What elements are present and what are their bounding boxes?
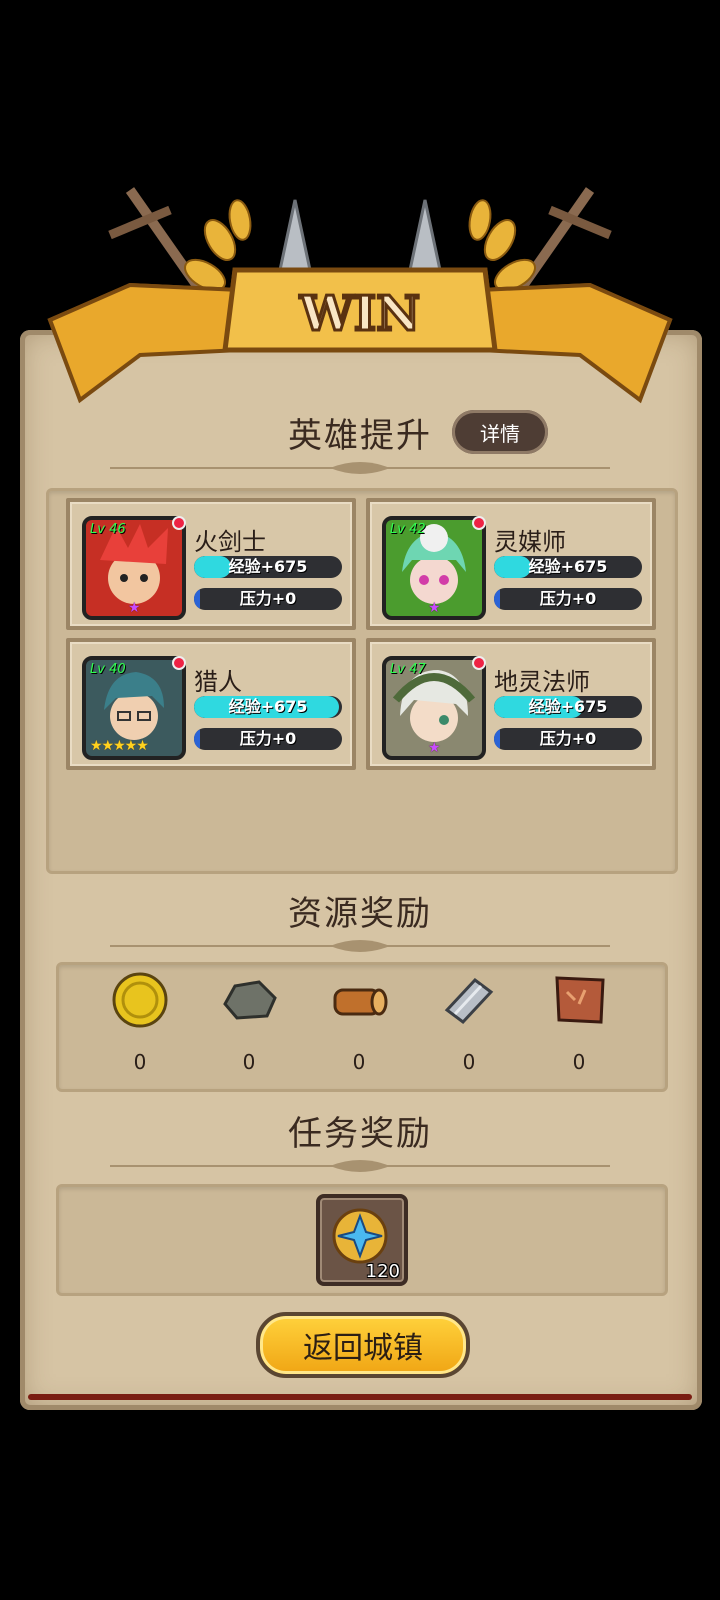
resource-item — [204, 970, 294, 1034]
hero-card[interactable]: Lv 40 ★★★★★ 猎人 经验+675 压力+0 — [66, 638, 356, 770]
resource-item — [534, 970, 624, 1034]
hero-portrait: Lv 40 ★★★★★ — [82, 656, 186, 760]
pressure-text: 压力+0 — [539, 729, 597, 748]
reward-count: 120 — [365, 1261, 400, 1282]
pressure-text: 压力+0 — [239, 589, 297, 608]
win-banner-overlay: WIN — [47, 267, 673, 404]
resource-count: 0 — [133, 1050, 147, 1074]
resource-count: 0 — [352, 1050, 366, 1074]
resource-count: 0 — [242, 1050, 256, 1074]
resource-count: 0 — [572, 1050, 586, 1074]
ornament-divider — [110, 940, 610, 952]
exp-bar: 经验+675 — [194, 696, 342, 718]
resource-item — [314, 970, 404, 1034]
pressure-bar: 压力+0 — [194, 588, 342, 610]
hero-name: 灵媒师 — [494, 528, 566, 556]
pressure-bar: 压力+0 — [494, 588, 642, 610]
leather-icon — [555, 976, 605, 1024]
hero-name: 地灵法师 — [494, 668, 590, 696]
gem-icon — [472, 656, 486, 670]
star-badge: ★ — [128, 600, 141, 616]
exp-text: 经验+675 — [228, 697, 308, 716]
star-badge: ★ — [428, 740, 441, 756]
stone-icon — [223, 980, 277, 1020]
wood-log-icon — [333, 988, 388, 1016]
resource-count: 0 — [462, 1050, 476, 1074]
resource-item — [95, 970, 185, 1034]
star-badge: ★ — [428, 600, 441, 616]
win-title-overlay: WIN — [299, 286, 420, 342]
hero-level: Lv 42 — [390, 522, 426, 537]
hero-name: 火剑士 — [194, 528, 266, 556]
pressure-text: 压力+0 — [539, 589, 597, 608]
exp-bar: 经验+675 — [494, 556, 642, 578]
hero-card[interactable]: Lv 46 ★ 火剑士 经验+675 压力+0 — [66, 498, 356, 630]
panel-bottom-edge — [28, 1394, 692, 1400]
hero-level: Lv 46 — [90, 522, 126, 537]
gem-icon — [172, 516, 186, 530]
hero-level: Lv 47 — [390, 662, 426, 677]
tasks-section-title: 任务奖励 — [288, 1114, 432, 1154]
hero-portrait: Lv 47 ★ — [382, 656, 486, 760]
exp-bar: 经验+675 — [194, 556, 342, 578]
pressure-text: 压力+0 — [239, 729, 297, 748]
hero-card[interactable]: Lv 47 ★ 地灵法师 经验+675 压力+0 — [366, 638, 656, 770]
gem-icon — [472, 516, 486, 530]
hero-card[interactable]: Lv 42 ★ 灵媒师 经验+675 压力+0 — [366, 498, 656, 630]
hero-portrait: Lv 46 ★ — [82, 516, 186, 620]
exp-bar: 经验+675 — [494, 696, 642, 718]
pressure-bar: 压力+0 — [494, 728, 642, 750]
star-rating: ★★★★★ — [90, 738, 149, 754]
iron-ingot-icon — [444, 977, 494, 1025]
hero-level: Lv 40 — [90, 662, 126, 677]
exp-text: 经验+675 — [228, 557, 308, 576]
ornament-divider — [110, 462, 610, 474]
resource-item — [424, 970, 514, 1034]
exp-text: 经验+675 — [528, 697, 608, 716]
task-reward-item[interactable]: 120 — [316, 1194, 408, 1286]
gem-icon — [172, 656, 186, 670]
exp-text: 经验+675 — [528, 557, 608, 576]
return-to-town-button[interactable]: 返回城镇 — [256, 1312, 470, 1378]
gold-coin-icon — [112, 972, 168, 1028]
hero-name: 猎人 — [194, 668, 242, 696]
ornament-divider — [110, 1160, 610, 1172]
pressure-bar: 压力+0 — [194, 728, 342, 750]
resources-section-title: 资源奖励 — [288, 894, 432, 934]
hero-portrait: Lv 42 ★ — [382, 516, 486, 620]
